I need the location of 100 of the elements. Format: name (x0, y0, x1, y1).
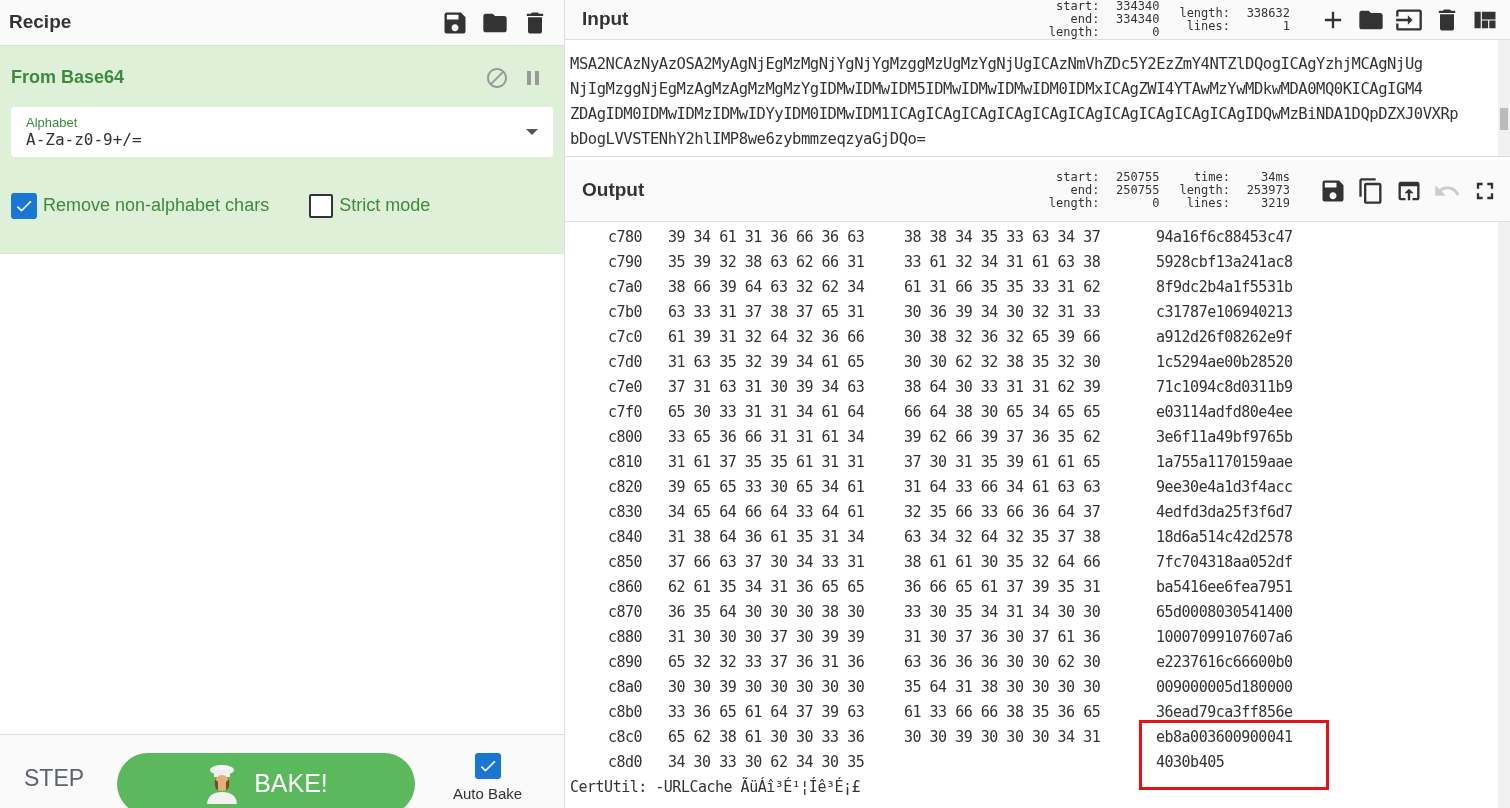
hex-bytes: 38 64 30 33 31 31 62 39 (904, 378, 1101, 396)
hex-bytes: 66 64 38 30 65 34 65 65 (904, 403, 1101, 421)
field-value: A-Za-z0-9+/= (26, 129, 143, 150)
ascii-text: a912d26f08262e9f (1156, 327, 1293, 348)
stat-value: 3219 (1260, 197, 1290, 210)
checkbox[interactable] (11, 192, 37, 219)
hex-bytes: 37 31 63 31 30 39 34 63 (668, 377, 866, 398)
hex-bytes: 36 35 64 30 30 30 38 30 (668, 602, 866, 623)
copy-icon (1357, 176, 1385, 205)
ascii-text: 009000005d180000 (1156, 677, 1293, 698)
hex-offset: c830 (607, 502, 644, 523)
hex-bytes: 30 36 39 34 30 32 31 33 (904, 303, 1101, 321)
checkbox-label: Strict mode (339, 194, 431, 217)
hex-bytes: 31 64 33 66 34 61 63 63 (904, 478, 1101, 496)
stat-value: 250755 (1115, 171, 1160, 184)
hex-bytes: 31 61 37 35 35 61 31 31 (668, 452, 866, 473)
hex-offset: c8d0 (607, 752, 644, 773)
hex-bytes: 30 38 32 36 32 65 39 66 (904, 328, 1101, 346)
ascii-text: e2237616c66600b0 (1156, 652, 1293, 673)
hex-bytes: 61 33 66 66 38 35 36 65 (904, 703, 1101, 721)
input-text-line: NjIgMzggNjEgMzAgMzAgMzMgMzYgIDMwIDMwIDM5IDMwIDMwIDMwIDM0IDMxICAgZWI4YTAwMzYwMDkwMDA0MQ0KICAgIGM4 (570, 79, 1424, 100)
hex-bytes: 63 36 36 36 30 30 62 30 (904, 653, 1101, 671)
ascii-text: 94a16f6c88453c47 (1156, 227, 1293, 248)
hex-offset: c7a0 (607, 277, 644, 298)
checkbox-label: Remove non-alphabet chars (43, 194, 270, 217)
hex-bytes: 65 62 38 61 30 30 33 36 (668, 727, 866, 748)
hex-offset: c800 (607, 427, 644, 448)
hex-offset: c840 (607, 527, 644, 548)
ascii-text: 4030b405 (1156, 752, 1225, 773)
stat-value: 334340 (1115, 13, 1160, 26)
hex-bytes: 61 31 66 35 35 33 31 62 (904, 278, 1101, 296)
hex-bytes: 37 66 63 37 30 34 33 31 (668, 552, 866, 573)
input-text-line: MSA2NCAzNyAzOSA2MyAgNjEgMzMgNjYgNjYgMzggMzUgMzYgNjUgICAzNmVhZDc5Y2EzZmY4NTZlDQogICAgYzhjMCAgNjUg (570, 54, 1424, 75)
hex-offset: c890 (607, 652, 644, 673)
input-text-line: ZDAgIDM0IDMwIDMzIDMwIDYyIDM0IDMwIDM1ICAgICAgICAgICAgICAgICAgICAgICAgICAgICAgIDQwMzBiNDA1DQpDZXJ0VXRp (570, 104, 1460, 125)
field-label: Alphabet (26, 114, 79, 130)
hex-bytes: 39 34 61 31 36 66 36 63 (668, 227, 866, 248)
hex-bytes: 39 65 65 33 30 65 34 61 (668, 477, 866, 498)
hex-bytes: 32 35 66 33 66 36 64 37 (904, 503, 1101, 521)
hex-bytes: 34 30 33 30 62 34 30 35 (668, 752, 866, 773)
hex-bytes: 63 33 31 37 38 37 65 31 (668, 302, 866, 323)
hex-offset: c7e0 (607, 377, 644, 398)
ascii-text: eb8a003600900041 (1156, 727, 1293, 748)
ascii-text: e03114adfd80e4ee (1156, 402, 1293, 423)
hex-bytes: 34 65 64 66 64 33 64 61 (668, 502, 866, 523)
stat-label: lines: (1186, 197, 1230, 210)
hex-offset: c820 (607, 477, 644, 498)
hex-offset: c880 (607, 627, 644, 648)
hex-offset: c860 (607, 577, 644, 598)
hex-offset: c7d0 (607, 352, 644, 373)
stat-value: 334340 (1115, 0, 1160, 13)
hex-bytes: 31 30 30 30 37 30 39 39 (668, 627, 866, 648)
hex-offset: c780 (607, 227, 644, 248)
checkbox[interactable] (309, 193, 334, 218)
hex-bytes: 36 66 65 61 37 39 35 31 (904, 578, 1101, 596)
hex-bytes: 31 63 35 32 39 34 61 65 (668, 352, 866, 373)
auto-bake-checkbox[interactable] (474, 753, 501, 780)
hex-bytes: 63 34 32 64 32 35 37 38 (904, 528, 1101, 546)
hex-bytes: 31 30 37 36 30 37 61 36 (904, 628, 1101, 646)
hex-offset: c850 (607, 552, 644, 573)
caret-icon (526, 129, 538, 135)
hex-bytes: 30 30 62 32 38 35 32 30 (904, 353, 1101, 371)
ascii-text: 18d6a514c42d2578 (1156, 527, 1293, 548)
stat-label: length: (1048, 26, 1100, 39)
ascii-text: 1a755a1170159aae (1156, 452, 1293, 473)
hex-bytes: 33 61 32 34 31 61 63 38 (904, 253, 1101, 271)
stat-label: time: (1193, 171, 1230, 184)
hex-bytes: 31 38 64 36 61 35 31 34 (668, 527, 866, 548)
operation-title: From Base64 (11, 66, 126, 89)
ascii-text: 3e6f11a49bf9765b (1156, 427, 1293, 448)
hex-offset: c7f0 (607, 402, 644, 423)
hex-bytes: 33 30 35 34 31 34 30 30 (904, 603, 1101, 621)
hex-bytes: 65 30 33 31 31 34 61 64 (668, 402, 866, 423)
stat-label: length: (1179, 6, 1230, 20)
hex-bytes: 61 39 31 32 64 32 36 66 (668, 327, 866, 348)
ascii-text: 4edfd3da25f3f6d7 (1156, 502, 1293, 523)
hex-bytes: 35 39 32 38 63 62 66 31 (668, 252, 866, 273)
stat-label: length: (1179, 184, 1230, 197)
stat-value: 250755 (1115, 184, 1160, 197)
ascii-text: c31787e106940213 (1156, 302, 1293, 323)
stat-value: 1 (1281, 19, 1290, 33)
ascii-text: 65d0008030541400 (1156, 602, 1293, 623)
hex-bytes: 38 66 39 64 63 32 62 34 (668, 277, 866, 298)
stat-value: 34ms (1260, 171, 1290, 184)
hex-bytes: 33 65 36 66 31 31 61 34 (668, 427, 866, 448)
ascii-text: ba5416ee6fea7951 (1156, 577, 1293, 598)
hex-offset: c8b0 (607, 702, 644, 723)
stat-value: 338632 (1245, 6, 1290, 20)
step-button[interactable]: STEP (24, 761, 104, 796)
hex-bytes: 35 64 31 38 30 30 30 30 (904, 678, 1101, 696)
stat-label: start: (1056, 171, 1100, 184)
hex-offset: c7b0 (607, 302, 644, 323)
hex-bytes: 30 30 39 30 30 30 34 31 (904, 728, 1101, 746)
hex-offset: c810 (607, 452, 644, 473)
hex-bytes: 62 61 35 34 31 36 65 65 (668, 577, 866, 598)
ascii-text: 71c1094c8d0311b9 (1156, 377, 1293, 398)
alphabet-dropdown[interactable]: Alphabet A-Za-z0-9+/= (11, 107, 553, 157)
stat-label: start: (1056, 0, 1100, 13)
checkbox-label: Auto Bake (453, 784, 523, 805)
ascii-text: 9ee30e4a1d3f4acc (1156, 477, 1293, 498)
